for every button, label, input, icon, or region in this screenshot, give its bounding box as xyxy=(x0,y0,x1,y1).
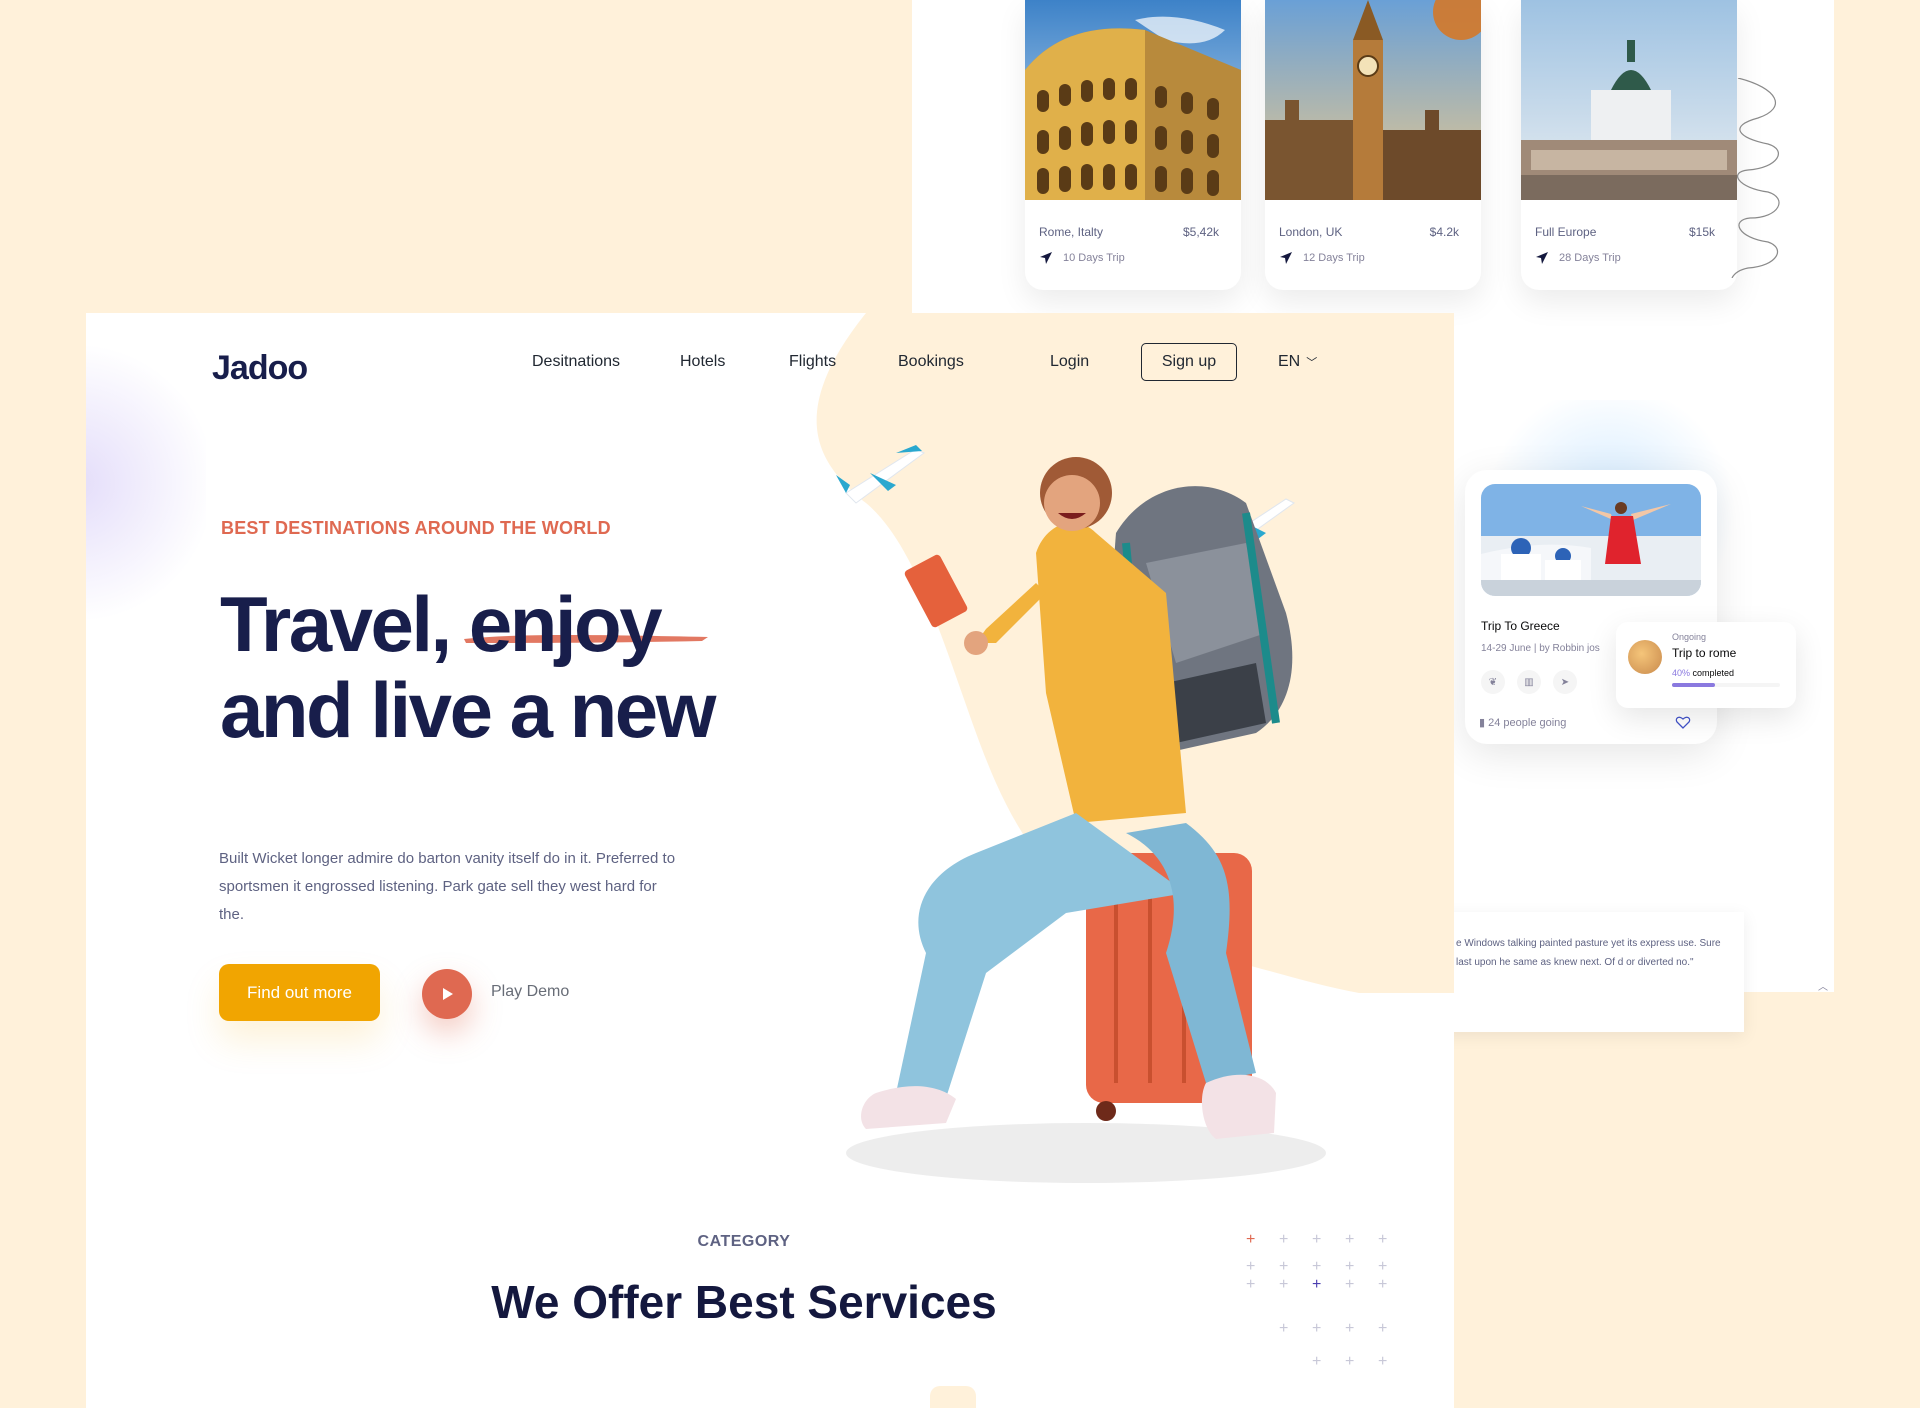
headline-line-1: Travel, enjoy xyxy=(220,580,663,668)
europe-photo xyxy=(1521,0,1737,200)
progress-percent: 40% xyxy=(1672,668,1691,678)
plus-pattern-decoration: + + + + + + + + + + + + + + + + + + + + + + xyxy=(1246,1231,1388,1370)
play-demo-label[interactable]: Play Demo xyxy=(491,983,569,1001)
london-photo xyxy=(1265,0,1481,200)
progress-fill xyxy=(1672,683,1716,687)
nav-hotels[interactable]: Hotels xyxy=(680,353,725,371)
nav-flights[interactable]: Flights xyxy=(789,353,836,371)
navigation-arrow-icon xyxy=(1040,252,1052,264)
ongoing-trip-card[interactable]: Ongoing Trip to rome 40% completed xyxy=(1616,622,1796,708)
navigation-arrow-icon xyxy=(1280,252,1292,264)
destination-card-europe[interactable]: Full Europe $15k 28 Days Trip xyxy=(1521,0,1737,290)
destination-place: Rome, Italty xyxy=(1039,225,1104,239)
progress-bar xyxy=(1672,683,1780,687)
destination-card-rome[interactable]: Rome, Italty $5,42k 10 Days Trip xyxy=(1025,0,1241,290)
destination-trip: 12 Days Trip xyxy=(1303,252,1365,264)
hero-description: Built Wicket longer admire do barton van… xyxy=(219,850,676,923)
section-eyebrow: CATEGORY xyxy=(697,1233,791,1250)
chevron-down-icon: ﹀ xyxy=(1306,357,1318,369)
nav-bookings[interactable]: Bookings xyxy=(898,353,964,371)
language-select[interactable]: EN ﹀ xyxy=(1278,353,1317,371)
destination-price: $5,42k xyxy=(1182,225,1219,239)
avatar xyxy=(1628,640,1662,674)
chevron-up-icon[interactable]: ︿ xyxy=(1818,978,1828,993)
landing-page: Jadoo Desitnations Hotels Flights Bookin… xyxy=(86,313,1454,1408)
destination-trip: 28 Days Trip xyxy=(1559,252,1621,264)
destination-place: Full Europe xyxy=(1535,225,1597,239)
hero-headline: Travel, enjoy and live a new xyxy=(220,580,716,754)
hero-eyebrow: BEST DESTINATIONS AROUND THE WORLD xyxy=(221,518,611,538)
section-title: We Offer Best Services xyxy=(491,1276,997,1328)
rome-photo xyxy=(1025,0,1241,200)
destination-trip: 10 Days Trip xyxy=(1063,252,1125,264)
destination-card-london[interactable]: London, UK $4.2k 12 Days Trip xyxy=(1265,0,1481,290)
plane-left-icon xyxy=(836,445,925,504)
map-icon[interactable]: ▥ xyxy=(1517,670,1541,694)
play-icon xyxy=(443,988,453,1000)
find-out-more-button[interactable]: Find out more xyxy=(219,964,380,1021)
language-label: EN xyxy=(1278,353,1301,370)
progress-completed: completed xyxy=(1690,668,1735,678)
heart-icon[interactable] xyxy=(1675,714,1691,730)
testimonial-card: e Windows talking painted pasture yet it… xyxy=(1440,912,1744,1032)
people-going: ▮ 24 people going xyxy=(1479,716,1566,729)
people-going-text: 24 people going xyxy=(1488,716,1567,729)
destination-price: $15k xyxy=(1688,225,1715,239)
navigation-arrow-icon xyxy=(1536,252,1548,264)
headline-line-2: and live a new xyxy=(220,666,716,754)
play-button[interactable] xyxy=(422,969,472,1019)
destination-place: London, UK xyxy=(1279,225,1343,239)
ongoing-label: Ongoing xyxy=(1672,632,1707,642)
trip-meta: 14-29 June | by Robbin jos xyxy=(1481,643,1600,654)
spiral-decoration xyxy=(1731,78,1780,278)
building-icon: ▮ xyxy=(1479,716,1489,729)
category-card-peek xyxy=(930,1386,976,1408)
nav-destinations[interactable]: Desitnations xyxy=(532,353,620,371)
greece-photo xyxy=(1481,484,1701,596)
logo[interactable]: Jadoo xyxy=(212,349,308,388)
violet-glow xyxy=(86,333,206,633)
send-icon[interactable]: ➤ xyxy=(1553,670,1577,694)
destination-price: $4.2k xyxy=(1429,225,1459,239)
login-link[interactable]: Login xyxy=(1050,353,1089,371)
traveller-illustration xyxy=(836,445,1326,1183)
leaf-icon[interactable]: ❦ xyxy=(1481,670,1505,694)
progress-text: 40% completed xyxy=(1672,668,1780,678)
ongoing-title: Trip to rome xyxy=(1672,646,1737,660)
signup-button[interactable]: Sign up xyxy=(1141,343,1237,381)
